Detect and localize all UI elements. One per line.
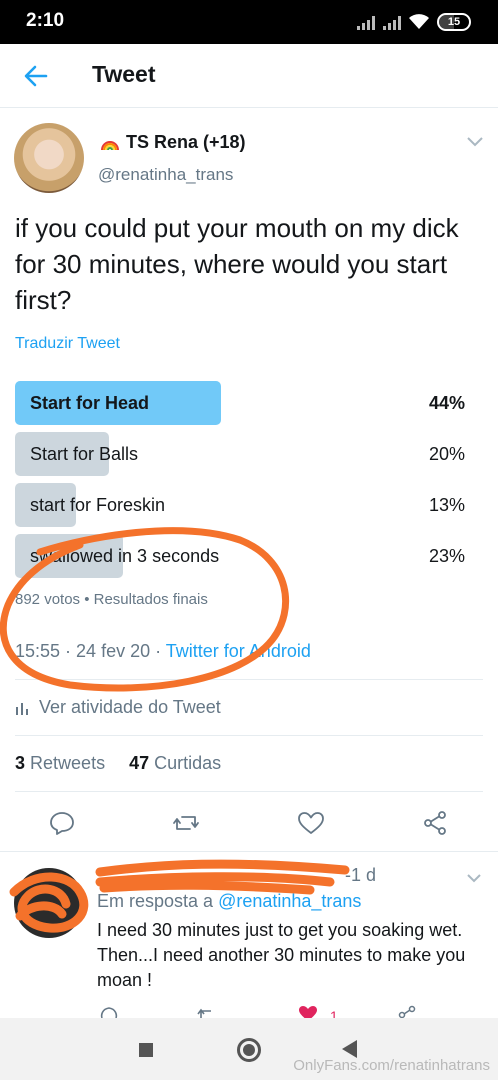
tweet-source-link[interactable]: Twitter for Android xyxy=(166,641,311,661)
rainbow-icon xyxy=(101,140,119,150)
poll-option: Start for Balls 20% xyxy=(15,432,485,476)
reply-icon[interactable] xyxy=(48,809,76,837)
divider xyxy=(15,791,483,792)
reply-context: Em resposta a @renatinha_trans xyxy=(97,891,361,912)
author-handle: @renatinha_trans xyxy=(98,165,234,184)
app-bar: Tweet xyxy=(0,44,498,108)
poll-option: Start for Head 44% xyxy=(15,381,485,425)
status-time: 2:10 xyxy=(26,10,65,31)
author-display-name: TS Rena (+18) xyxy=(126,132,246,152)
author-avatar[interactable] xyxy=(14,123,84,193)
battery-icon: 15 xyxy=(437,13,471,31)
divider xyxy=(15,679,483,680)
tweet-activity-link[interactable]: Ver atividade do Tweet xyxy=(15,697,221,718)
author-name-row[interactable]: TS Rena (+18) xyxy=(100,132,246,153)
translate-link[interactable]: Traduzir Tweet xyxy=(15,335,120,353)
retweets-count[interactable]: 3 xyxy=(15,753,25,773)
divider xyxy=(0,851,498,852)
share-icon[interactable] xyxy=(421,809,449,837)
poll-option-percent: 44% xyxy=(428,393,465,413)
reply-avatar[interactable] xyxy=(14,868,84,938)
back-arrow-icon[interactable] xyxy=(22,62,50,90)
back-icon[interactable] xyxy=(342,1040,357,1058)
reply-context-handle[interactable]: @renatinha_trans xyxy=(218,891,361,911)
poll-option-label: Start for Balls xyxy=(30,444,139,464)
like-icon[interactable] xyxy=(297,809,325,837)
chevron-down-icon[interactable] xyxy=(466,136,484,148)
retweets-label[interactable]: Retweets xyxy=(30,753,105,773)
retweet-icon[interactable] xyxy=(172,809,200,837)
poll-option-percent: 23% xyxy=(428,546,465,566)
bar-chart-icon xyxy=(16,702,28,715)
tweet-timestamp: 15:55 · 24 fev 20 · Twitter for Android xyxy=(15,641,311,662)
tweet-stats: 3 Retweets 47 Curtidas xyxy=(15,753,221,774)
reply-timestamp: -1 d xyxy=(345,865,377,885)
signal-icon xyxy=(357,14,381,30)
wifi-icon xyxy=(409,14,429,29)
likes-label[interactable]: Curtidas xyxy=(154,753,221,773)
poll-option-label: swallowed in 3 seconds xyxy=(30,546,220,566)
poll-option-label: Start for Head xyxy=(30,393,150,413)
reply-text: I need 30 minutes just to get you soakin… xyxy=(97,920,466,990)
signal-icon xyxy=(383,14,407,30)
poll-option-percent: 20% xyxy=(428,444,465,464)
poll-option: start for Foreskin 13% xyxy=(15,483,485,527)
poll-meta: 892 votos • Resultados finais xyxy=(15,591,208,608)
home-icon[interactable] xyxy=(237,1038,261,1062)
likes-count[interactable]: 47 xyxy=(129,753,149,773)
chevron-down-icon[interactable] xyxy=(466,873,482,883)
tweet-text: if you could put your mouth on my dick f… xyxy=(15,213,459,315)
activity-label: Ver atividade do Tweet xyxy=(39,697,221,717)
page-title: Tweet xyxy=(92,61,156,87)
poll-option-label: start for Foreskin xyxy=(30,495,166,515)
poll-option: swallowed in 3 seconds 23% xyxy=(15,534,485,578)
reply-context-prefix: Em resposta a xyxy=(97,891,219,911)
divider xyxy=(15,735,483,736)
tweet-time: 15:55 · 24 fev 20 · xyxy=(15,641,166,661)
poll-option-percent: 13% xyxy=(428,495,465,515)
status-bar: 2:10 15 xyxy=(0,0,498,44)
recent-apps-icon[interactable] xyxy=(139,1043,153,1057)
watermark: OnlyFans.com/renatinhatrans xyxy=(293,1057,490,1074)
